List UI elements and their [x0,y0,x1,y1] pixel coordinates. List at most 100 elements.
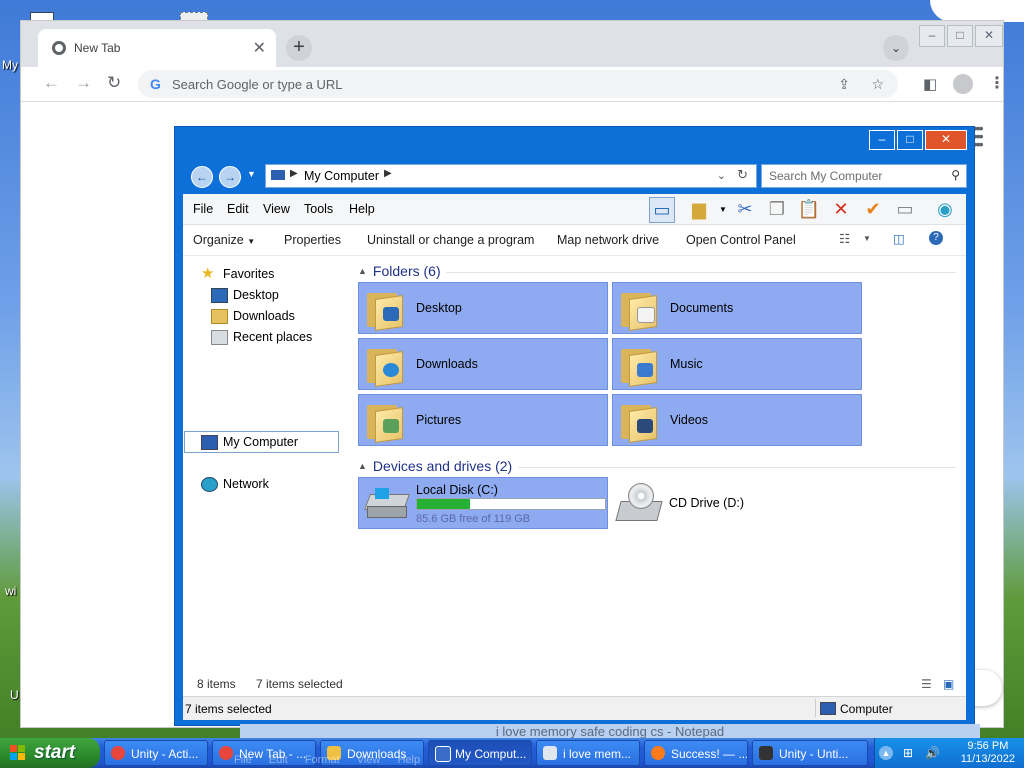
minimize-button[interactable]: – [869,130,895,150]
desktop-icon-label[interactable]: My [2,58,18,72]
computer-icon [270,169,286,181]
profile-avatar-icon[interactable] [953,74,973,94]
side-panel-icon[interactable]: ◧ [923,75,937,93]
view-options-icon[interactable]: ☷ [839,231,850,246]
copy-icon[interactable]: ❐ [765,197,789,221]
explorer-titlebar[interactable]: – □ ✕ [175,127,974,155]
menu-tools[interactable]: Tools [304,202,333,216]
volume-icon[interactable]: 🔊 [925,746,940,760]
folder-documents[interactable]: Documents [612,282,862,334]
network-tray-icon[interactable]: ⊞ [903,746,913,760]
uninstall-program-button[interactable]: Uninstall or change a program [367,233,534,247]
status-divider [815,699,816,717]
breadcrumb-arrow-icon[interactable]: ▶ [290,168,298,179]
folder-options-dropdown-icon[interactable]: ▼ [719,205,727,214]
close-tab-icon[interactable]: ✕ [253,38,266,58]
clock[interactable]: 9:56 PM 11/13/2022 [961,740,1015,766]
tab-new-tab[interactable]: New Tab ✕ [38,29,276,67]
forward-icon[interactable]: → [75,73,92,93]
cut-icon[interactable]: ✂ [733,197,757,221]
checkmark-icon[interactable]: ✔ [861,197,885,221]
nav-my-computer[interactable]: My Computer [201,432,298,452]
nav-favorites[interactable]: ★ Favorites [201,264,274,284]
address-bar[interactable]: ▶ My Computer ▶ ⌄ ↻ [265,164,757,188]
folders-group-header[interactable]: ▲ Folders (6) [358,263,441,279]
reload-icon[interactable]: ↻ [107,73,121,93]
close-button[interactable]: ✕ [925,130,967,150]
folder-icon [365,345,403,387]
address-dropdown-icon[interactable]: ⌄ [717,169,726,182]
desktop-icon-label[interactable]: wi [5,584,16,598]
maximize-button[interactable]: □ [897,130,923,150]
details-view-icon[interactable]: ☰ [921,677,932,691]
minimize-button[interactable]: – [919,25,945,47]
omnibox[interactable]: G Search Google or type a URL ⇪ ☆ [138,70,898,98]
open-control-panel-button[interactable]: Open Control Panel [686,233,796,247]
menu-edit[interactable]: Edit [227,202,249,216]
view-options-dropdown-icon[interactable]: ▼ [863,234,871,243]
properties-button[interactable]: Properties [284,233,341,247]
back-icon[interactable]: ← [43,73,60,93]
menu-view[interactable]: View [263,202,290,216]
folder-videos[interactable]: Videos [612,394,862,446]
taskbar-item[interactable]: Success! — ... [644,740,748,766]
breadcrumb-arrow-icon[interactable]: ▶ [384,168,392,179]
collapse-triangle-icon[interactable]: ▲ [358,266,367,276]
search-icon[interactable]: ⚲ [951,168,960,182]
taskbar-item[interactable]: Unity - Unti... [752,740,868,766]
close-button[interactable]: ✕ [975,25,1003,47]
folder-pictures[interactable]: Pictures [358,394,608,446]
new-tab-button[interactable]: + [286,35,312,61]
organize-button[interactable]: Organize ▼ [193,233,255,247]
breadcrumb-location[interactable]: My Computer [304,169,379,183]
map-network-drive-button[interactable]: Map network drive [557,233,659,247]
folder-desktop[interactable]: Desktop [358,282,608,334]
maximize-button[interactable]: □ [947,25,973,47]
share-icon[interactable]: ⇪ [838,76,850,93]
address-row: ← → ▼ ▶ My Computer ▶ ⌄ ↻ Search My Comp… [183,163,967,189]
bookmark-star-icon[interactable]: ☆ [871,76,884,93]
tray-expand-icon[interactable]: ▲ [879,746,893,760]
nav-network[interactable]: Network [201,474,269,494]
folder-music[interactable]: Music [612,338,862,390]
delete-icon[interactable]: ✕ [829,197,853,221]
preview-pane-icon[interactable]: ▭ [649,197,675,223]
collapse-triangle-icon[interactable]: ▲ [358,461,367,471]
paste-icon[interactable]: 📋 [797,197,821,221]
taskbar-item[interactable]: Unity - Acti... [104,740,208,766]
folder-label: Pictures [416,413,462,427]
desktop-icon-label[interactable]: U [10,688,19,702]
tab-search-icon[interactable]: ⌄ [883,35,909,61]
large-icons-view-icon[interactable]: ▣ [943,677,954,691]
devices-group-header[interactable]: ▲ Devices and drives (2) [358,458,512,474]
search-input[interactable]: Search My Computer ⚲ [761,164,967,188]
drive-tile[interactable]: Local Disk (C:) 85.6 GB free of 119 GB [358,477,608,529]
recent-pages-dropdown-icon[interactable]: ▼ [247,169,256,179]
folder-options-icon[interactable]: ▆ [687,197,711,221]
refresh-icon[interactable]: ↻ [737,167,748,183]
menu-help[interactable]: Help [349,202,375,216]
help-icon[interactable]: ? [929,231,943,245]
forward-icon[interactable]: → [219,166,241,188]
properties-icon[interactable]: ▭ [893,197,917,221]
taskbar-item[interactable]: i love mem... [536,740,640,766]
folder-downloads[interactable]: Downloads [358,338,608,390]
notepad-icon [543,746,557,760]
chrome-icon [52,41,66,55]
nav-label: My Computer [223,435,299,449]
nav-desktop[interactable]: Desktop [211,285,279,305]
menu-kebab-icon[interactable]: ⋮ [989,73,1005,93]
details-pane-icon[interactable]: ◫ [893,231,905,246]
nav-downloads[interactable]: Downloads [211,306,295,326]
globe-icon[interactable]: ◉ [933,197,957,221]
drive-usage-bar [416,498,606,510]
clock-date: 11/13/2022 [960,753,1015,765]
menu-file[interactable]: File [193,202,213,216]
nav-recent-places[interactable]: Recent places [211,327,312,347]
taskbar-item-active[interactable]: My Comput... [428,740,532,766]
ghost-menu-item: File [234,754,252,766]
back-icon[interactable]: ← [191,166,213,188]
drive-cd-d[interactable]: CD Drive (D:) [612,477,862,529]
start-button[interactable]: start [0,738,100,768]
drive-name: CD Drive (D:) [669,496,744,510]
